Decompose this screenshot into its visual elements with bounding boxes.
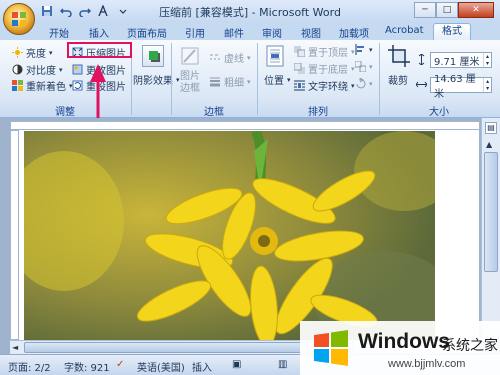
proofing-icon[interactable]: ✓ <box>116 359 124 370</box>
recolor-button[interactable]: 重新着色 ▾ <box>12 78 73 93</box>
recolor-icon <box>12 80 23 91</box>
restore-button[interactable]: □ <box>436 2 458 18</box>
width-value: 14.63 厘米 <box>434 74 476 100</box>
macro-icon[interactable]: ▣ <box>232 359 241 370</box>
height-input[interactable]: 9.71 厘米 ▴ ▾ <box>430 52 492 68</box>
watermark-subtitle: 系统之家 <box>442 338 498 354</box>
forsythia-flower-image <box>24 131 435 341</box>
highlight-box <box>67 42 132 58</box>
change-picture-icon <box>72 64 83 75</box>
width-input[interactable]: 14.63 厘米 ▴ ▾ <box>430 74 492 100</box>
sun-icon <box>12 47 23 58</box>
group-label-border: 边框 <box>204 107 224 118</box>
window-controls: ─ □ ✕ <box>414 2 494 18</box>
align-icon <box>355 44 364 55</box>
vertical-ruler[interactable] <box>10 130 19 340</box>
recolor-label: 重新着色 <box>26 82 66 93</box>
brightness-button[interactable]: 亮度 ▾ <box>12 45 53 60</box>
selected-picture[interactable] <box>24 131 435 341</box>
tab-page-layout[interactable]: 页面布局 <box>127 25 167 40</box>
ribbon-tabs: 开始 插入 页面布局 引用 邮件 审阅 视图 加载项 Acrobat 格式 <box>0 22 500 40</box>
position-label: 位置 <box>264 76 284 87</box>
shadow-effects-button[interactable]: 阴影效果 ▾ <box>133 72 180 88</box>
picture-border-icon[interactable] <box>180 46 200 66</box>
text-wrap-icon <box>294 80 305 91</box>
windows-logo-icon <box>314 330 348 366</box>
position-icon[interactable] <box>265 45 285 67</box>
scroll-up-icon[interactable]: ▲ <box>486 140 492 149</box>
text-wrap-button[interactable]: 文字环绕 ▾ <box>294 78 355 93</box>
group-label-size: 大小 <box>429 107 449 118</box>
width-spinner[interactable]: ▴ ▾ <box>483 78 491 92</box>
scroll-thumb[interactable] <box>484 152 498 272</box>
line-weight-icon <box>210 77 220 87</box>
dashes-label: 虚线 <box>224 54 244 65</box>
group-objects-button[interactable]: ▾ <box>355 61 373 72</box>
word-count[interactable]: 字数: 921 <box>64 359 110 374</box>
send-back-icon <box>294 63 305 74</box>
shadow-effects-label: 阴影效果 <box>133 76 173 87</box>
dashes-button[interactable]: 虚线 ▾ <box>210 50 251 65</box>
picture-border-label: 图片边框 <box>180 71 200 94</box>
tab-addins[interactable]: 加载项 <box>339 25 369 40</box>
text-wrap-label: 文字环绕 <box>308 82 348 93</box>
contrast-icon <box>12 64 23 75</box>
contrast-button[interactable]: 对比度 ▾ <box>12 62 63 77</box>
width-icon <box>416 81 427 88</box>
language-indicator[interactable]: 英语(美国) <box>137 359 185 374</box>
crop-icon[interactable] <box>388 45 410 67</box>
height-icon <box>418 54 425 65</box>
shadow-effect-icon[interactable] <box>142 45 164 67</box>
height-spinner[interactable]: ▴ ▾ <box>483 53 491 67</box>
send-to-back-label: 置于底层 <box>308 65 348 76</box>
bring-to-front-label: 置于顶层 <box>308 48 348 59</box>
bring-front-icon <box>294 46 305 57</box>
ruler-toggle-icon[interactable]: ▤ <box>485 122 497 134</box>
minimize-button[interactable]: ─ <box>414 2 436 18</box>
office-button[interactable] <box>3 3 35 35</box>
weight-label: 粗细 <box>224 78 244 89</box>
reset-picture-icon <box>72 80 83 91</box>
dashes-icon <box>210 54 220 60</box>
weight-button[interactable]: 粗细 ▾ <box>210 74 251 89</box>
pointer-arrow-icon <box>90 64 106 124</box>
tab-review[interactable]: 审阅 <box>262 25 282 40</box>
tab-home[interactable]: 开始 <box>49 25 69 40</box>
bring-to-front-button[interactable]: 置于顶层 ▾ <box>294 44 355 59</box>
scroll-left-icon[interactable]: ◄ <box>12 343 18 352</box>
height-value: 9.71 厘米 <box>434 56 480 68</box>
horizontal-ruler[interactable] <box>10 121 480 130</box>
contrast-label: 对比度 <box>26 66 56 77</box>
send-to-back-button[interactable]: 置于底层 ▾ <box>294 61 355 76</box>
rotate-icon <box>356 78 366 89</box>
rotate-button[interactable]: ▾ <box>355 78 373 89</box>
tab-references[interactable]: 引用 <box>185 25 205 40</box>
watermark-brand: Windows <box>358 330 450 353</box>
group-label-adjust: 调整 <box>55 107 75 118</box>
group-label-arrange: 排列 <box>308 107 328 118</box>
page-count[interactable]: 页面: 2/2 <box>8 359 51 374</box>
print-layout-icon[interactable]: ▥ <box>278 359 287 370</box>
tab-acrobat[interactable]: Acrobat <box>385 25 424 36</box>
office-logo-icon <box>12 12 26 26</box>
tab-view[interactable]: 视图 <box>301 25 321 40</box>
crop-button[interactable]: 裁剪 <box>388 72 408 87</box>
vertical-scrollbar[interactable]: ▤ ▲ <box>481 118 500 340</box>
watermark-url: www.bjjmlv.com <box>388 358 466 370</box>
crop-label: 裁剪 <box>388 76 408 87</box>
align-button[interactable]: ▾ <box>355 44 373 55</box>
group-objects-icon <box>355 61 366 72</box>
watermark: Windows 系统之家 www.bjjmlv.com <box>300 321 500 375</box>
picture-border-button[interactable]: 图片边框 <box>180 71 202 95</box>
position-button[interactable]: 位置 ▾ <box>264 72 291 88</box>
tab-format[interactable]: 格式 <box>433 23 471 40</box>
tab-mailings[interactable]: 邮件 <box>224 25 244 40</box>
brightness-label: 亮度 <box>26 49 46 60</box>
tab-insert[interactable]: 插入 <box>89 25 109 40</box>
close-button[interactable]: ✕ <box>458 2 494 18</box>
insert-mode[interactable]: 插入 <box>192 359 212 374</box>
